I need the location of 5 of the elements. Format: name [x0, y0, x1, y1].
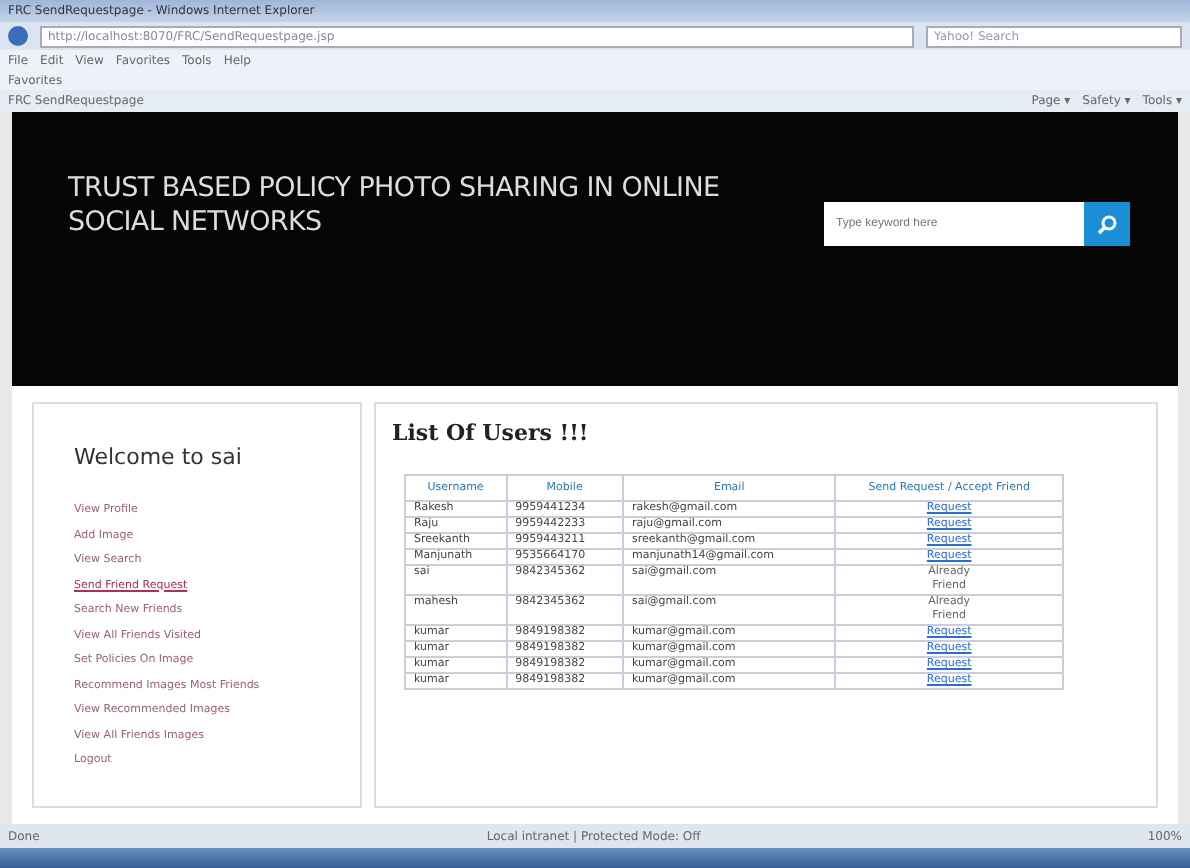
site-title: TRUST BASED POLICY PHOTO SHARING IN ONLINE SOCIAL NETWORKS — [68, 172, 722, 242]
page-heading: List Of Users !!! — [392, 420, 591, 446]
welcome-heading: Welcome to sai — [74, 444, 244, 470]
search-button[interactable] — [1084, 202, 1130, 246]
search-icon — [1096, 213, 1118, 235]
